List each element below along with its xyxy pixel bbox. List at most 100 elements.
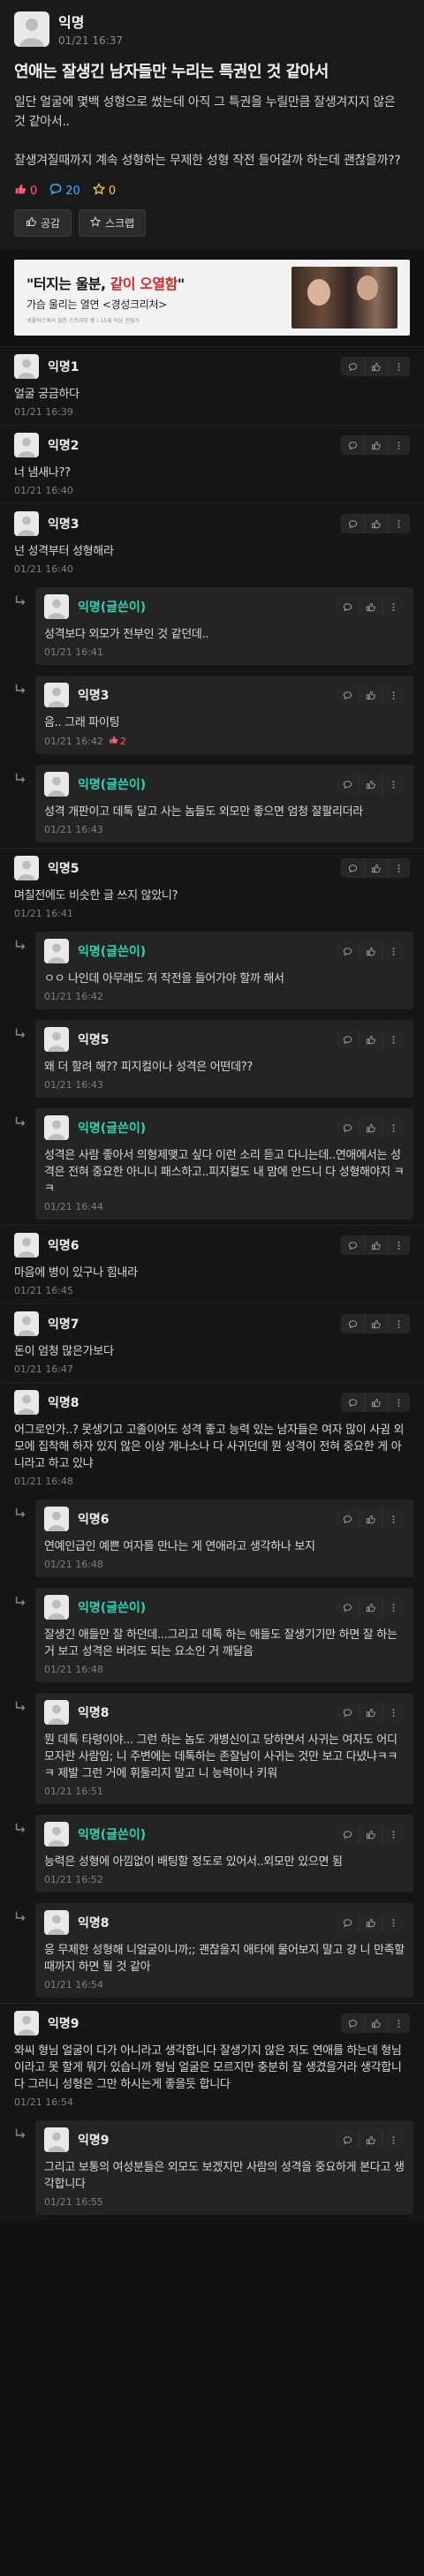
ad-subtitle: 가슴 울리는 열연 <경성크리처> <box>26 298 167 311</box>
comment-author-name: 익명7 <box>48 1318 80 1332</box>
thumbs-up-icon[interactable] <box>359 1824 382 1844</box>
speech-bubble-icon[interactable] <box>341 858 364 878</box>
more-vertical-icon[interactable] <box>387 1393 410 1412</box>
more-vertical-icon[interactable] <box>387 2013 410 2033</box>
speech-bubble-icon[interactable] <box>336 1913 359 1932</box>
comment-date: 01/21 16:42 <box>44 735 103 747</box>
scrap-button[interactable]: 스크랩 <box>79 209 147 237</box>
more-vertical-icon[interactable] <box>382 1824 405 1844</box>
reply-arrow-icon <box>14 1108 35 1220</box>
more-vertical-icon[interactable] <box>382 2130 405 2149</box>
thumbs-up-icon[interactable] <box>364 1393 387 1412</box>
ad-headline: "터지는 울분, 같이 오열함" <box>26 275 185 292</box>
speech-bubble-icon[interactable] <box>336 1118 359 1137</box>
post: 익명 01/21 16:37 연애는 잘생긴 남자들만 누리는 특권인 것 같아… <box>0 0 424 249</box>
reply-box: 익명9 그리고 보통의 여성분들은 외모도 보겠지만 사람의 성격을 중요하게 … <box>35 2120 413 2215</box>
thumbs-up-icon[interactable] <box>359 1509 382 1529</box>
more-vertical-icon[interactable] <box>382 1703 405 1722</box>
comment-meta: 01/21 16:42 <box>44 991 405 1002</box>
thumbs-up-icon[interactable] <box>364 1235 387 1255</box>
more-vertical-icon[interactable] <box>387 514 410 533</box>
comment-date: 01/21 16:43 <box>44 824 103 835</box>
comment-meta: 01/21 16:42 2 <box>44 735 405 747</box>
speech-bubble-icon[interactable] <box>336 941 359 961</box>
comment-actions <box>336 941 405 961</box>
thumbs-up-icon[interactable] <box>359 1913 382 1932</box>
reply-item: 익명(글쓴이) 성격보다 외모가 전부인 것 같던데.. 01/21 16:41 <box>0 582 424 670</box>
thumbs-up-icon[interactable] <box>359 774 382 794</box>
comment-meta: 01/21 16:48 <box>14 1476 410 1487</box>
speech-bubble-icon[interactable] <box>336 597 359 616</box>
thumbs-up-icon <box>14 183 26 199</box>
reply-box: 익명3 음.. 그래 파이팅 01/21 16:42 2 <box>35 676 413 754</box>
comment-author: 익명3 <box>44 683 110 707</box>
comment-author-name: 익명(글쓴이) <box>78 1601 147 1615</box>
thumbs-up-icon[interactable] <box>359 1598 382 1617</box>
thumbs-up-icon[interactable] <box>359 1118 382 1137</box>
reply-box: 익명(글쓴이) 능력은 성형에 아낌없이 배팅할 정도로 있어서..외모만 있으… <box>35 1815 413 1892</box>
thumbs-up-icon[interactable] <box>359 1030 382 1049</box>
speech-bubble-icon[interactable] <box>341 1235 364 1255</box>
comment-date: 01/21 16:48 <box>44 1559 103 1570</box>
comment-text: 얼굴 궁금하다 <box>14 388 80 401</box>
post-stats: 0 20 0 <box>14 182 410 199</box>
thumbs-up-icon[interactable] <box>364 1314 387 1333</box>
comment-author: 익명9 <box>14 2011 80 2036</box>
speech-bubble-icon[interactable] <box>336 1509 359 1529</box>
thumbs-up-icon[interactable] <box>359 1703 382 1722</box>
thumbs-up-icon[interactable] <box>359 2130 382 2149</box>
more-vertical-icon[interactable] <box>387 435 410 455</box>
more-vertical-icon[interactable] <box>387 357 410 376</box>
comment-text: 며칠전에도 비슷한 글 쓰지 않았니? <box>14 889 178 903</box>
speech-bubble-icon[interactable] <box>336 1703 359 1722</box>
page: 익명 01/21 16:37 연애는 잘생긴 남자들만 누리는 특권인 것 같아… <box>0 0 424 2576</box>
thumbs-up-icon[interactable] <box>364 514 387 533</box>
speech-bubble-icon[interactable] <box>336 1598 359 1617</box>
comment-header: 익명8 <box>14 1390 410 1415</box>
more-vertical-icon[interactable] <box>387 1314 410 1333</box>
more-vertical-icon[interactable] <box>387 858 410 878</box>
speech-bubble-icon[interactable] <box>336 774 359 794</box>
thumbs-up-icon[interactable] <box>359 941 382 961</box>
more-vertical-icon[interactable] <box>382 1913 405 1932</box>
comment-meta: 01/21 16:43 <box>44 1079 405 1091</box>
speech-bubble-icon[interactable] <box>341 357 364 376</box>
thumbs-up-icon[interactable] <box>364 435 387 455</box>
speech-bubble-icon[interactable] <box>336 2130 359 2149</box>
speech-bubble-icon[interactable] <box>336 685 359 705</box>
comment-date: 01/21 16:52 <box>44 1874 103 1885</box>
speech-bubble-icon[interactable] <box>341 2013 364 2033</box>
thumbs-up-icon[interactable] <box>359 597 382 616</box>
more-vertical-icon[interactable] <box>382 1598 405 1617</box>
thumbs-up-icon[interactable] <box>364 357 387 376</box>
comment-date: 01/21 16:51 <box>44 1786 103 1797</box>
more-vertical-icon[interactable] <box>382 597 405 616</box>
speech-bubble-icon[interactable] <box>341 514 364 533</box>
reply-arrow-icon <box>14 765 35 842</box>
more-vertical-icon[interactable] <box>382 1118 405 1137</box>
speech-bubble-icon[interactable] <box>341 1314 364 1333</box>
more-vertical-icon[interactable] <box>382 1509 405 1529</box>
more-vertical-icon[interactable] <box>382 1030 405 1049</box>
speech-bubble-icon[interactable] <box>336 1030 359 1049</box>
post-author: 익명 <box>58 14 85 31</box>
more-vertical-icon[interactable] <box>387 1235 410 1255</box>
thumbs-up-icon[interactable] <box>359 685 382 705</box>
comment-meta: 01/21 16:41 <box>44 646 405 658</box>
speech-bubble-icon[interactable] <box>341 1393 364 1412</box>
comment-meta: 01/21 16:48 <box>44 1664 405 1675</box>
comment-meta: 01/21 16:48 <box>44 1559 405 1570</box>
thumbs-up-icon[interactable] <box>364 2013 387 2033</box>
comment-item: 익명8 어그로인가..? 못생기고 고졸이어도 성격 좋고 능력 있는 남자들은… <box>0 1382 424 1494</box>
more-vertical-icon[interactable] <box>382 941 405 961</box>
thumbs-up-icon[interactable] <box>364 858 387 878</box>
comment-meta: 01/21 16:39 <box>14 406 410 418</box>
comment-item: 익명1 얼굴 궁금하다 01/21 16:39 <box>0 346 424 425</box>
like-button[interactable]: 공감 <box>14 209 72 237</box>
more-vertical-icon[interactable] <box>382 685 405 705</box>
comment-author: 익명8 <box>44 1910 110 1935</box>
ad-banner[interactable]: "터지는 울분, 같이 오열함" 가슴 울리는 열연 <경성크리처> 넷플릭스에… <box>14 260 410 336</box>
speech-bubble-icon[interactable] <box>341 435 364 455</box>
more-vertical-icon[interactable] <box>382 774 405 794</box>
speech-bubble-icon[interactable] <box>336 1824 359 1844</box>
